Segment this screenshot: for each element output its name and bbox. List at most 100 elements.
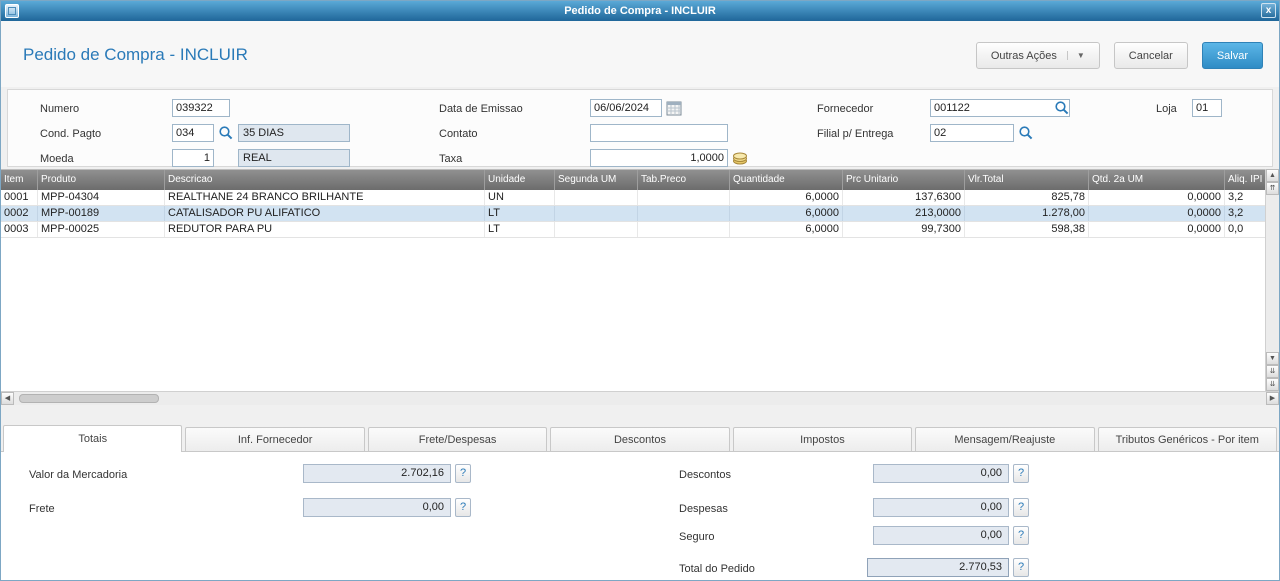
grid-body: 0001MPP-04304REALTHANE 24 BRANCO BRILHAN… (1, 190, 1267, 238)
horizontal-scroll-thumb[interactable] (19, 394, 159, 403)
tab-mensagem-reajuste[interactable]: Mensagem/Reajuste (915, 427, 1094, 452)
total-pedido-label: Total do Pedido (679, 563, 755, 575)
total-pedido-value: 2.770,53 (867, 558, 1009, 577)
cell (555, 190, 638, 205)
tab-totais[interactable]: Totais (3, 425, 182, 452)
valor-mercadoria-value: 2.702,16 (303, 464, 451, 483)
cond-pagto-field[interactable] (172, 124, 214, 142)
grid-header: ItemProdutoDescricaoUnidadeSegunda UMTab… (1, 170, 1267, 190)
cell: 0001 (1, 190, 38, 205)
help-icon[interactable]: ? (1013, 464, 1029, 483)
column-header[interactable]: Quantidade (730, 170, 843, 190)
column-header[interactable]: Prc Unitario (843, 170, 965, 190)
cell: 213,0000 (843, 206, 965, 221)
column-header[interactable]: Tab.Preco (638, 170, 730, 190)
help-icon[interactable]: ? (1013, 498, 1029, 517)
moeda-field[interactable] (172, 149, 214, 167)
frete-value: 0,00 (303, 498, 451, 517)
taxa-field[interactable] (590, 149, 728, 167)
cell: CATALISADOR PU ALIFATICO (165, 206, 485, 221)
tab-bar: TotaisInf. FornecedorFrete/DespesasDesco… (3, 425, 1277, 452)
cell: 1.278,00 (965, 206, 1089, 221)
help-icon[interactable]: ? (455, 464, 471, 483)
cell: 6,0000 (730, 190, 843, 205)
filial-entrega-field[interactable] (930, 124, 1014, 142)
scroll-double-up-icon[interactable]: ⇈ (1266, 182, 1279, 195)
cell: REALTHANE 24 BRANCO BRILHANTE (165, 190, 485, 205)
cell: LT (485, 206, 555, 221)
help-icon[interactable]: ? (1013, 526, 1029, 545)
despesas-value: 0,00 (873, 498, 1009, 517)
tab-impostos[interactable]: Impostos (733, 427, 912, 452)
help-icon[interactable]: ? (1013, 558, 1029, 577)
tab-inf-fornecedor[interactable]: Inf. Fornecedor (185, 427, 364, 452)
horizontal-scrollbar[interactable]: ◀ ▶ (1, 391, 1279, 405)
vertical-scrollbar[interactable]: ▲ ⇈ ▼ ⇊ ⇊ (1265, 169, 1279, 391)
moeda-label: Moeda (40, 153, 74, 165)
money-icon[interactable] (732, 150, 748, 166)
column-header[interactable]: Produto (38, 170, 165, 190)
column-header[interactable]: Segunda UM (555, 170, 638, 190)
outras-acoes-label: Outras Ações (991, 50, 1057, 62)
header: Pedido de Compra - INCLUIR Outras Ações … (1, 21, 1279, 87)
chevron-down-icon[interactable]: ▼ (1067, 51, 1085, 60)
taxa-label: Taxa (439, 153, 462, 165)
numero-field[interactable] (172, 99, 230, 117)
cell: 99,7300 (843, 222, 965, 237)
scroll-right-icon[interactable]: ▶ (1266, 392, 1279, 405)
header-buttons: Outras Ações ▼ Cancelar Salvar (976, 42, 1263, 69)
scroll-up-icon[interactable]: ▲ (1266, 169, 1279, 182)
salvar-button[interactable]: Salvar (1202, 42, 1263, 69)
tab-descontos[interactable]: Descontos (550, 427, 729, 452)
cell: REDUTOR PARA PU (165, 222, 485, 237)
cancelar-button[interactable]: Cancelar (1114, 42, 1188, 69)
cell: 0003 (1, 222, 38, 237)
frete-label: Frete (29, 503, 55, 515)
column-header[interactable]: Item (1, 170, 38, 190)
outras-acoes-button[interactable]: Outras Ações ▼ (976, 42, 1100, 69)
cell: 3,2 (1225, 206, 1267, 221)
loja-label: Loja (1156, 103, 1177, 115)
scroll-left-icon[interactable]: ◀ (1, 392, 14, 405)
tab-frete-despesas[interactable]: Frete/Despesas (368, 427, 547, 452)
cell: UN (485, 190, 555, 205)
purchase-order-window: Pedido de Compra - INCLUIR x Pedido de C… (0, 0, 1280, 581)
cell: LT (485, 222, 555, 237)
table-row[interactable]: 0001MPP-04304REALTHANE 24 BRANCO BRILHAN… (1, 190, 1267, 206)
column-header[interactable]: Descricao (165, 170, 485, 190)
column-header[interactable]: Qtd. 2a UM (1089, 170, 1225, 190)
close-icon[interactable]: x (1261, 3, 1276, 18)
data-emissao-field[interactable] (590, 99, 662, 117)
contato-field[interactable] (590, 124, 728, 142)
descontos-value: 0,00 (873, 464, 1009, 483)
table-row[interactable]: 0003MPP-00025REDUTOR PARA PULT6,000099,7… (1, 222, 1267, 238)
cell: 0,0 (1225, 222, 1267, 237)
column-header[interactable]: Vlr.Total (965, 170, 1089, 190)
tab-tributos-gen-ricos-por-item[interactable]: Tributos Genéricos - Por item (1098, 427, 1277, 452)
moeda-desc: REAL (238, 149, 350, 167)
search-icon[interactable] (1054, 100, 1070, 116)
column-header[interactable]: Unidade (485, 170, 555, 190)
page-title: Pedido de Compra - INCLUIR (23, 45, 248, 65)
table-row[interactable]: 0002MPP-00189CATALISADOR PU ALIFATICOLT6… (1, 206, 1267, 222)
help-icon[interactable]: ? (455, 498, 471, 517)
cell: 825,78 (965, 190, 1089, 205)
scroll-double-down-icon[interactable]: ⇊ (1266, 365, 1279, 378)
calendar-icon[interactable] (666, 100, 682, 116)
cell: MPP-00025 (38, 222, 165, 237)
cell: 6,0000 (730, 206, 843, 221)
fornecedor-field[interactable] (930, 99, 1070, 117)
app-icon (5, 4, 19, 18)
cell (638, 206, 730, 221)
scroll-down-icon[interactable]: ▼ (1266, 352, 1279, 365)
search-icon[interactable] (1018, 125, 1034, 141)
cond-pagto-label: Cond. Pagto (40, 128, 101, 140)
column-header[interactable]: Aliq. IPI (1225, 170, 1267, 190)
search-icon[interactable] (218, 125, 234, 141)
seguro-label: Seguro (679, 531, 714, 543)
loja-field[interactable] (1192, 99, 1222, 117)
numero-label: Numero (40, 103, 79, 115)
cond-pagto-desc: 35 DIAS (238, 124, 350, 142)
scroll-end-icon[interactable]: ⇊ (1266, 378, 1279, 391)
cell: 0,0000 (1089, 222, 1225, 237)
